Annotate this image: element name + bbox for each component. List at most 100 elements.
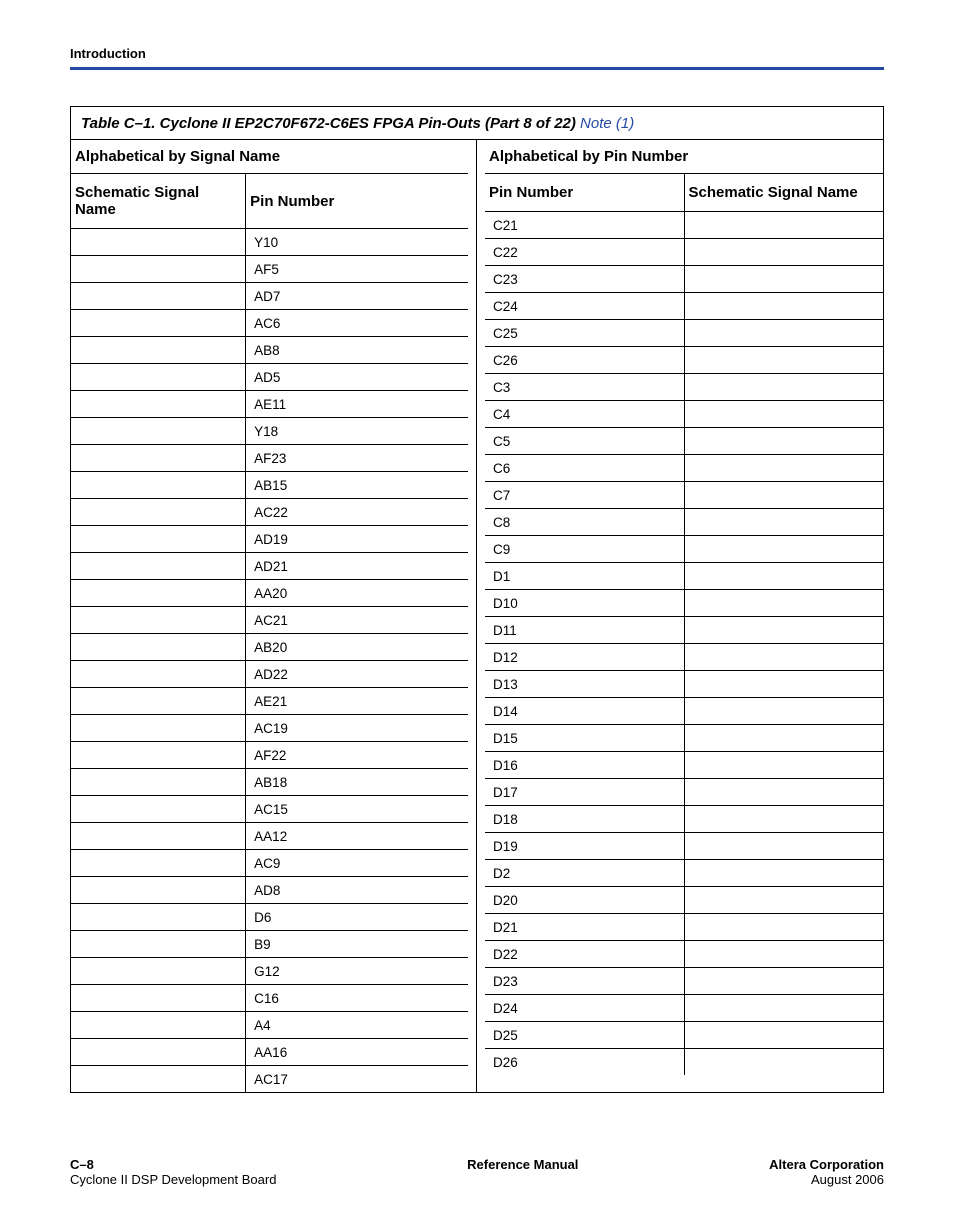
pin-cell: AD21 <box>246 553 468 580</box>
signal-cell <box>71 391 246 418</box>
signal-cell <box>71 337 246 364</box>
table-row: AB20 <box>71 634 468 661</box>
table-row: AA16 <box>71 1039 468 1066</box>
pin-cell: C23 <box>485 266 684 293</box>
pin-cell: D11 <box>485 617 684 644</box>
table-row: C22 <box>485 239 883 266</box>
signal-cell <box>71 580 246 607</box>
table-row: AB18 <box>71 769 468 796</box>
table-row: AD19 <box>71 526 468 553</box>
signal-cell <box>684 914 883 941</box>
pin-cell: C4 <box>485 401 684 428</box>
table-row: AD5 <box>71 364 468 391</box>
pin-cell: AC19 <box>246 715 468 742</box>
table-row: AD22 <box>71 661 468 688</box>
table-row: D6 <box>71 904 468 931</box>
table-row: AD7 <box>71 283 468 310</box>
signal-cell <box>684 1049 883 1076</box>
pin-cell: D20 <box>485 887 684 914</box>
table-row: D11 <box>485 617 883 644</box>
pin-cell: C16 <box>246 985 468 1012</box>
table-row: AB8 <box>71 337 468 364</box>
left-group-header: Alphabetical by Signal Name <box>71 140 468 174</box>
table-body-container: Alphabetical by Signal Name Schematic Si… <box>71 140 883 1092</box>
pin-cell: D10 <box>485 590 684 617</box>
table-row: AE11 <box>71 391 468 418</box>
table-row: AC6 <box>71 310 468 337</box>
signal-cell <box>71 1012 246 1039</box>
table-right-half: Alphabetical by Pin Number Pin Number Sc… <box>477 140 883 1092</box>
page-footer: C–8 Cyclone II DSP Development Board Ref… <box>70 1131 884 1187</box>
pin-cell: D24 <box>485 995 684 1022</box>
signal-cell <box>71 283 246 310</box>
pin-cell: D2 <box>485 860 684 887</box>
signal-cell <box>684 509 883 536</box>
footer-center: Reference Manual <box>467 1157 578 1172</box>
signal-cell <box>684 752 883 779</box>
signal-cell <box>71 769 246 796</box>
table-row: AC21 <box>71 607 468 634</box>
pin-cell: D22 <box>485 941 684 968</box>
pin-cell: AF5 <box>246 256 468 283</box>
signal-cell <box>684 671 883 698</box>
pin-cell: AD7 <box>246 283 468 310</box>
table-row: C5 <box>485 428 883 455</box>
pin-cell: AB20 <box>246 634 468 661</box>
pin-cell: C24 <box>485 293 684 320</box>
right-subheader-pin: Pin Number <box>485 174 684 212</box>
table-row: AF23 <box>71 445 468 472</box>
pin-cell: D18 <box>485 806 684 833</box>
pin-cell: D14 <box>485 698 684 725</box>
signal-cell <box>71 742 246 769</box>
signal-cell <box>71 553 246 580</box>
table-row: AC9 <box>71 850 468 877</box>
signal-cell <box>71 958 246 985</box>
pin-cell: A4 <box>246 1012 468 1039</box>
table-row: D25 <box>485 1022 883 1049</box>
signal-cell <box>684 1022 883 1049</box>
table-row: AC17 <box>71 1066 468 1093</box>
pin-cell: AC17 <box>246 1066 468 1093</box>
table-row: D15 <box>485 725 883 752</box>
signal-cell <box>71 904 246 931</box>
signal-cell <box>684 779 883 806</box>
pin-cell: G12 <box>246 958 468 985</box>
right-group-header: Alphabetical by Pin Number <box>485 140 883 174</box>
pin-cell: AB15 <box>246 472 468 499</box>
signal-cell <box>71 472 246 499</box>
table-left-half: Alphabetical by Signal Name Schematic Si… <box>71 140 477 1092</box>
table-row: D1 <box>485 563 883 590</box>
pin-cell: C21 <box>485 212 684 239</box>
signal-cell <box>684 266 883 293</box>
table-row: C26 <box>485 347 883 374</box>
signal-cell <box>71 823 246 850</box>
table-row: AF5 <box>71 256 468 283</box>
pin-cell: C5 <box>485 428 684 455</box>
signal-cell <box>684 941 883 968</box>
table-row: C9 <box>485 536 883 563</box>
table-row: D19 <box>485 833 883 860</box>
table-row: D13 <box>485 671 883 698</box>
pin-cell: AC9 <box>246 850 468 877</box>
signal-cell <box>684 482 883 509</box>
table-row: D18 <box>485 806 883 833</box>
table-row: C25 <box>485 320 883 347</box>
signal-cell <box>684 293 883 320</box>
pin-cell: AC22 <box>246 499 468 526</box>
pin-cell: AF23 <box>246 445 468 472</box>
pin-cell: D12 <box>485 644 684 671</box>
signal-cell <box>684 455 883 482</box>
pin-cell: C6 <box>485 455 684 482</box>
table-caption-note: Note (1) <box>580 115 634 132</box>
signal-cell <box>684 428 883 455</box>
table-row: D21 <box>485 914 883 941</box>
pin-cell: AD19 <box>246 526 468 553</box>
table-row: D2 <box>485 860 883 887</box>
pin-cell: AF22 <box>246 742 468 769</box>
table-row: C4 <box>485 401 883 428</box>
footer-date: August 2006 <box>769 1172 884 1187</box>
table-row: C3 <box>485 374 883 401</box>
pin-cell: AD5 <box>246 364 468 391</box>
table-row: AC19 <box>71 715 468 742</box>
signal-cell <box>684 563 883 590</box>
